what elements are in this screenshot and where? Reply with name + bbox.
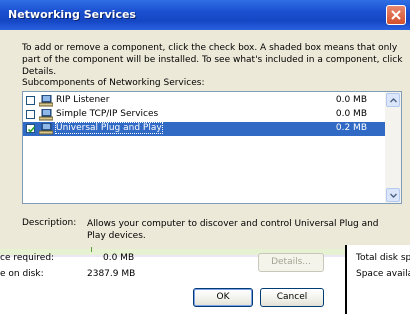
scroll-down-button[interactable] [386,188,400,202]
list-item-label: Universal Plug and Play [55,122,163,134]
scroll-up-button[interactable] [386,93,400,107]
list-item-simple-tcpip[interactable]: Simple TCP/IP Services 0.0 MB [23,108,387,122]
upnp-checkbox[interactable] [26,124,36,133]
intro-text: To add or remove a component, click the … [22,43,403,77]
cancel-button[interactable]: Cancel [260,288,324,307]
simple-tcpip-checkbox[interactable] [26,110,35,119]
subcomponents-list[interactable]: RIP Listener 0.0 MB Simple TCP/IP Servic… [22,91,402,204]
description-text: Allows your computer to discover and con… [87,219,379,241]
list-item-rip-listener[interactable]: RIP Listener 0.0 MB [23,94,387,108]
space-on-disk-label: e on disk: [0,269,44,279]
network-component-icon [38,122,54,135]
rip-listener-checkbox[interactable] [26,96,35,105]
dialog-title: Networking Services [8,8,136,21]
description-label: Description: [22,218,77,228]
list-item-size: 0.0 MB [335,109,367,119]
list-item-upnp[interactable]: Universal Plug and Play 0.2 MB [23,122,387,136]
title-bar[interactable]: Networking Services [0,0,410,30]
subcomponents-label: Subcomponents of Networking Services: [22,78,205,88]
total-disk-label: Total disk spa [356,253,410,263]
network-component-icon [38,94,54,107]
overlay-artifact [91,247,92,252]
close-button[interactable] [386,5,406,25]
panel-divider [345,245,347,314]
details-button[interactable]: Details... [258,253,324,272]
space-available-label: Space availab [356,269,410,279]
space-on-disk-value: 2387.9 MB [87,269,136,279]
list-item-label: Simple TCP/IP Services [56,109,159,119]
list-item-size: 0.2 MB [335,123,367,133]
network-component-icon [38,108,54,121]
list-item-size: 0.0 MB [335,95,367,105]
vertical-scrollbar[interactable] [385,92,401,203]
ok-button[interactable]: OK [193,288,253,307]
space-required-label: ce required: [0,253,55,263]
list-item-label: RIP Listener [56,95,110,105]
checkmark-icon [27,126,36,133]
space-required-value: 0.0 MB [103,253,135,263]
